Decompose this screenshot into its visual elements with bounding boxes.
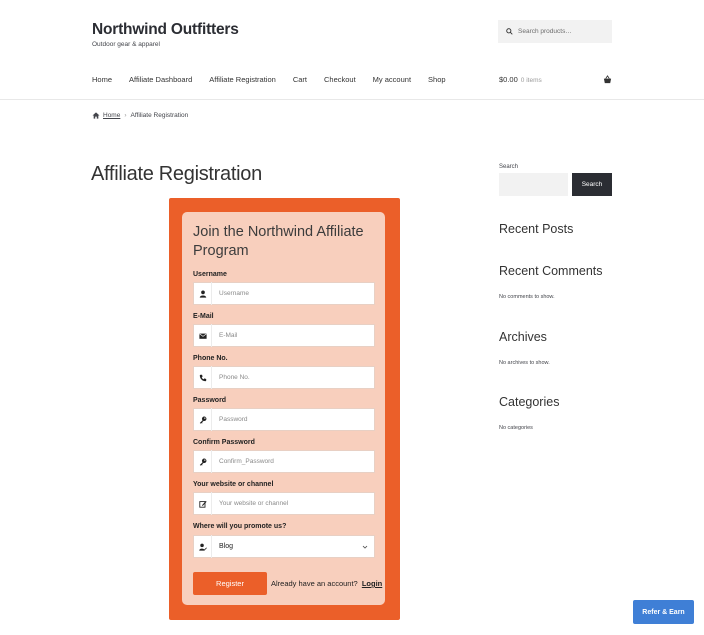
search-icon	[506, 28, 513, 35]
password-field[interactable]: Password	[193, 408, 375, 431]
page-title: Affiliate Registration	[91, 163, 262, 185]
home-icon	[92, 112, 100, 119]
login-prompt-line: Already have an account? Login	[271, 579, 382, 588]
confirm-password-placeholder: Confirm_Password	[219, 458, 274, 465]
product-search-input[interactable]: Search products…	[498, 20, 612, 43]
password-label: Password	[193, 397, 227, 404]
basket-icon[interactable]	[603, 75, 612, 84]
recent-posts-heading: Recent Posts	[499, 222, 574, 236]
promote-selected-value: Blog	[219, 543, 234, 550]
username-placeholder: Username	[219, 290, 249, 297]
username-label: Username	[193, 271, 227, 278]
edit-icon	[198, 500, 207, 508]
email-label: E-Mail	[193, 313, 214, 320]
website-placeholder: Your website or channel	[219, 500, 289, 507]
email-field[interactable]: E-Mail	[193, 324, 375, 347]
promote-select[interactable]: Blog	[193, 535, 375, 558]
username-field[interactable]: Username	[193, 282, 375, 305]
user-icon	[199, 290, 206, 298]
website-field[interactable]: Your website or channel	[193, 492, 375, 515]
categories-heading: Categories	[499, 395, 560, 409]
recent-comments-heading: Recent Comments	[499, 264, 603, 278]
nav-item-shop[interactable]: Shop	[428, 75, 446, 84]
cart-summary[interactable]: $0.00 0 items	[499, 75, 542, 84]
phone-label: Phone No.	[193, 355, 228, 362]
refer-and-earn-button[interactable]: Refer & Earn	[633, 600, 694, 624]
no-archives-text: No archives to show.	[499, 360, 550, 366]
breadcrumb-separator: ›	[124, 112, 127, 119]
no-categories-text: No categories	[499, 425, 533, 431]
sidebar-search-button[interactable]: Search	[572, 173, 612, 196]
site-header: Northwind Outfitters Outdoor gear & appa…	[0, 0, 704, 100]
phone-icon	[199, 374, 206, 381]
site-tagline: Outdoor gear & apparel	[92, 41, 160, 48]
phone-placeholder: Phone No.	[219, 374, 250, 381]
nav-item-checkout[interactable]: Checkout	[324, 75, 356, 84]
nav-item-my-account[interactable]: My account	[373, 75, 411, 84]
cart-item-count: 0 items	[520, 77, 542, 84]
breadcrumb-current: Affiliate Registration	[130, 112, 189, 119]
register-button[interactable]: Register	[193, 572, 267, 595]
login-link[interactable]: Login	[362, 579, 382, 588]
login-prompt: Already have an account?	[271, 579, 358, 588]
breadcrumb: Home › Affiliate Registration	[92, 112, 188, 119]
archives-heading: Archives	[499, 330, 547, 344]
no-comments-text: No comments to show.	[499, 294, 555, 300]
sidebar-search-input[interactable]	[499, 173, 568, 196]
key-icon	[199, 416, 206, 424]
cart-amount: $0.00	[499, 75, 518, 84]
email-placeholder: E-Mail	[219, 332, 238, 339]
key-icon	[199, 458, 206, 466]
phone-field[interactable]: Phone No.	[193, 366, 375, 389]
nav-item-home[interactable]: Home	[92, 75, 112, 84]
primary-nav: Home Affiliate Dashboard Affiliate Regis…	[92, 75, 463, 84]
confirm-password-field[interactable]: Confirm_Password	[193, 450, 375, 473]
form-heading: Join the Northwind Affiliate Program	[193, 224, 364, 259]
promote-label: Where will you promote us?	[193, 523, 287, 530]
search-placeholder: Search products…	[518, 28, 572, 35]
site-title[interactable]: Northwind Outfitters	[92, 21, 239, 39]
nav-item-cart[interactable]: Cart	[293, 75, 307, 84]
website-label: Your website or channel	[193, 481, 274, 488]
nav-item-affiliate-dashboard[interactable]: Affiliate Dashboard	[129, 75, 192, 84]
user-edit-icon	[198, 543, 207, 551]
confirm-password-label: Confirm Password	[193, 439, 255, 446]
sidebar-search-label: Search	[499, 164, 519, 170]
envelope-icon	[198, 333, 207, 339]
chevron-down-icon	[362, 545, 368, 549]
breadcrumb-home-link[interactable]: Home	[103, 112, 120, 119]
password-placeholder: Password	[219, 416, 248, 423]
nav-item-affiliate-registration[interactable]: Affiliate Registration	[209, 75, 276, 84]
